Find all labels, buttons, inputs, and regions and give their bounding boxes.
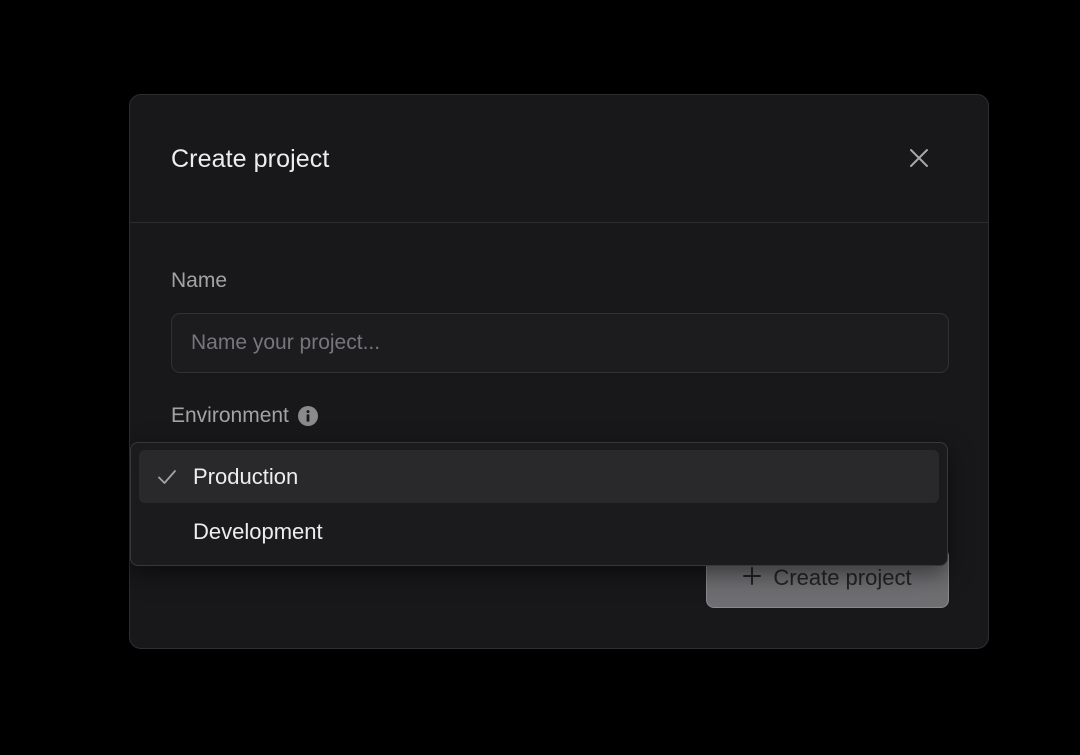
environment-label: Environment (171, 404, 289, 427)
plus-icon (743, 565, 762, 591)
check-icon (157, 467, 177, 487)
environment-dropdown-menu: Production Development (130, 442, 948, 566)
create-project-button-label: Create project (773, 565, 912, 590)
dialog-header: Create project (130, 95, 988, 223)
dialog-title: Create project (171, 145, 330, 173)
environment-option-development[interactable]: Development (139, 505, 939, 558)
close-button[interactable] (904, 145, 934, 175)
option-label: Development (193, 518, 323, 544)
project-name-input[interactable] (171, 313, 949, 373)
option-label: Production (193, 463, 299, 489)
environment-label-row: Environment (171, 404, 318, 428)
environment-option-production[interactable]: Production (139, 450, 939, 503)
close-icon (909, 148, 929, 173)
name-label: Name (171, 269, 228, 292)
info-icon[interactable] (297, 406, 318, 426)
